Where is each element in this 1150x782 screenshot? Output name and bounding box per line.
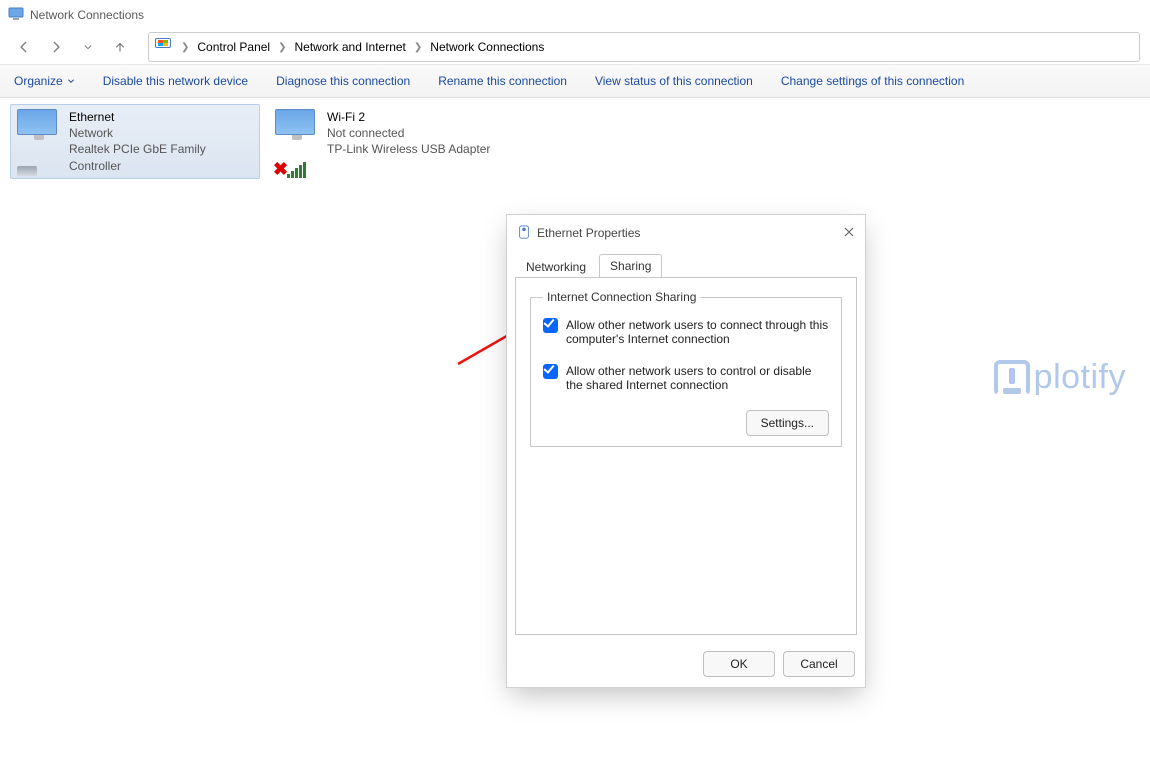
- settings-button[interactable]: Settings...: [746, 410, 829, 436]
- cancel-button[interactable]: Cancel: [783, 651, 855, 677]
- dialog-tabs: Networking Sharing: [507, 251, 865, 277]
- recent-locations-button[interactable]: [74, 33, 102, 61]
- allow-connect-label: Allow other network users to connect thr…: [566, 318, 829, 346]
- adapter-ethernet[interactable]: Ethernet Network Realtek PCIe GbE Family…: [10, 104, 260, 179]
- chevron-down-icon: [67, 74, 75, 88]
- allow-control-label: Allow other network users to control or …: [566, 364, 829, 392]
- breadcrumb[interactable]: ❯ Control Panel ❯ Network and Internet ❯…: [148, 32, 1140, 62]
- disable-device-button[interactable]: Disable this network device: [103, 74, 248, 88]
- adapter-device: Realtek PCIe GbE Family Controller: [69, 141, 253, 173]
- adapter-device: TP-Link Wireless USB Adapter: [327, 141, 490, 157]
- window-title: Network Connections: [30, 8, 144, 22]
- rename-connection-button[interactable]: Rename this connection: [438, 74, 567, 88]
- ethernet-icon: [517, 225, 531, 242]
- wifi-adapter-icon: ✖: [275, 109, 319, 174]
- organize-menu[interactable]: Organize: [14, 74, 75, 88]
- dialog-footer: OK Cancel: [507, 643, 865, 687]
- ethernet-adapter-icon: [17, 109, 61, 174]
- allow-connect-row[interactable]: Allow other network users to connect thr…: [543, 318, 829, 346]
- ok-button[interactable]: OK: [703, 651, 775, 677]
- back-button[interactable]: [10, 33, 38, 61]
- close-button[interactable]: [843, 226, 855, 241]
- allow-control-row[interactable]: Allow other network users to control or …: [543, 364, 829, 392]
- tab-body-sharing: Internet Connection Sharing Allow other …: [515, 277, 857, 635]
- signal-bars-icon: [287, 162, 306, 178]
- adapter-name: Wi-Fi 2: [327, 109, 490, 125]
- tab-networking[interactable]: Networking: [515, 255, 597, 278]
- adapter-status: Network: [69, 125, 253, 141]
- ics-group: Internet Connection Sharing Allow other …: [530, 290, 842, 447]
- allow-connect-checkbox[interactable]: [543, 318, 558, 333]
- toolbar: Organize Disable this network device Dia…: [0, 64, 1150, 98]
- adapter-wifi-2[interactable]: ✖ Wi-Fi 2 Not connected TP-Link Wireless…: [268, 104, 518, 179]
- dialog-titlebar: Ethernet Properties: [507, 215, 865, 251]
- view-status-button[interactable]: View status of this connection: [595, 74, 753, 88]
- chevron-right-icon: ❯: [278, 42, 286, 53]
- ethernet-properties-dialog: Ethernet Properties Networking Sharing I…: [506, 214, 866, 688]
- watermark: plotify: [994, 358, 1126, 397]
- navbar: ❯ Control Panel ❯ Network and Internet ❯…: [0, 30, 1150, 64]
- dialog-title: Ethernet Properties: [537, 226, 640, 240]
- watermark-text: plotify: [1034, 358, 1126, 397]
- disconnected-x-icon: ✖: [273, 160, 288, 178]
- adapter-list: Ethernet Network Realtek PCIe GbE Family…: [0, 98, 1150, 185]
- breadcrumb-item-network-connections[interactable]: Network Connections: [426, 40, 548, 54]
- change-settings-button[interactable]: Change settings of this connection: [781, 74, 964, 88]
- up-button[interactable]: [106, 33, 134, 61]
- titlebar: Network Connections: [0, 0, 1150, 30]
- adapter-name: Ethernet: [69, 109, 253, 125]
- breadcrumb-item-network-internet[interactable]: Network and Internet: [291, 40, 410, 54]
- network-connections-icon: [8, 7, 24, 23]
- tab-sharing[interactable]: Sharing: [599, 254, 662, 278]
- allow-control-checkbox[interactable]: [543, 364, 558, 379]
- chevron-right-icon: ❯: [181, 42, 189, 53]
- ics-group-label: Internet Connection Sharing: [543, 290, 700, 304]
- breadcrumb-item-control-panel[interactable]: Control Panel: [193, 40, 274, 54]
- adapter-status: Not connected: [327, 125, 490, 141]
- diagnose-connection-button[interactable]: Diagnose this connection: [276, 74, 410, 88]
- watermark-logo-icon: [994, 360, 1030, 396]
- control-panel-icon: [155, 38, 173, 56]
- forward-button[interactable]: [42, 33, 70, 61]
- chevron-right-icon: ❯: [414, 42, 422, 53]
